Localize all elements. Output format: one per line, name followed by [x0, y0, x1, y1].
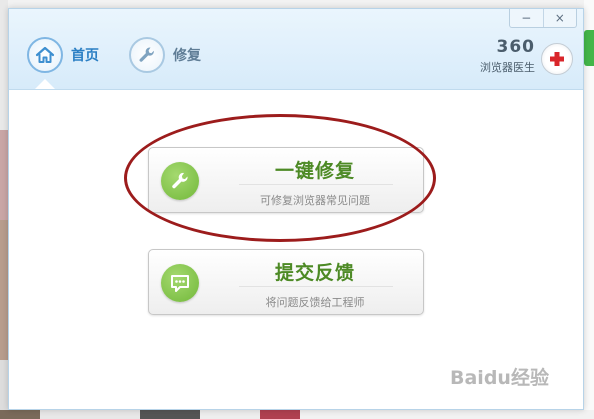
brand-number: 360: [496, 37, 535, 57]
minimize-button[interactable]: −: [510, 9, 543, 27]
action-divider: [239, 286, 393, 287]
minimize-icon: −: [521, 11, 532, 25]
red-cross-icon: [541, 43, 573, 75]
tab-repair[interactable]: 修复: [129, 35, 201, 75]
background-green-tab: [584, 30, 594, 66]
watermark-text: Baidu经验: [450, 366, 549, 389]
home-icon: [27, 37, 63, 73]
close-icon: ×: [554, 11, 565, 25]
chat-bubble-icon: [161, 264, 199, 302]
window-controls: − ×: [509, 9, 577, 28]
submit-feedback-subtitle: 将问题反馈给工程师: [265, 296, 365, 309]
tab-home[interactable]: 首页: [27, 35, 99, 75]
close-button[interactable]: ×: [542, 9, 577, 27]
tab-repair-label: 修复: [173, 48, 201, 64]
one-click-repair-subtitle: 可修复浏览器常见问题: [260, 194, 370, 207]
submit-feedback-title: 提交反馈: [274, 262, 355, 284]
one-click-repair-title: 一键修复: [274, 160, 355, 182]
dialog-header: − × 首页 修复 360 浏览器医生: [9, 9, 583, 90]
active-tab-pointer: [35, 79, 55, 89]
tab-home-label: 首页: [71, 48, 99, 64]
brand-360-browser-doctor: 360 浏览器医生: [455, 37, 575, 81]
one-click-repair-button[interactable]: 一键修复 可修复浏览器常见问题: [148, 147, 424, 213]
background-page-left: [0, 0, 8, 419]
wrench-icon: [129, 37, 165, 73]
action-divider: [239, 184, 393, 185]
background-page-bottom: [0, 410, 594, 419]
submit-feedback-button[interactable]: 提交反馈 将问题反馈给工程师: [148, 249, 424, 315]
baidu-watermark: Baidu经验: [450, 356, 590, 396]
wrench-icon: [161, 162, 199, 200]
brand-name: 浏览器医生: [480, 61, 535, 74]
